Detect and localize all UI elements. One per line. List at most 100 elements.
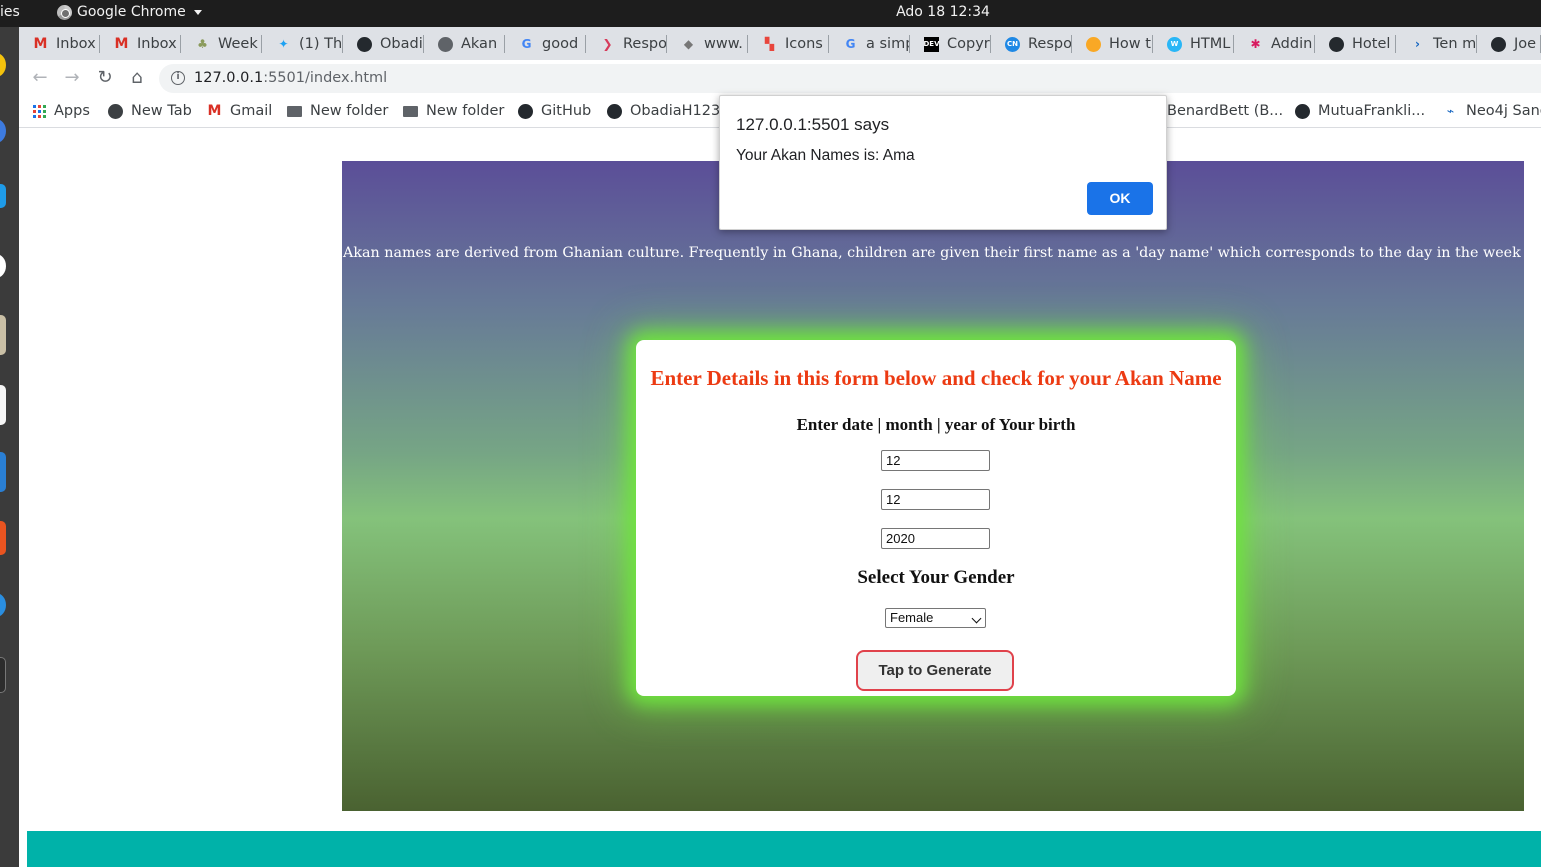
bookmark-label: BenardBett (B...: [1167, 103, 1284, 119]
gender-label: Select Your Gender: [857, 567, 1015, 588]
tab-label: Obadi: [380, 36, 423, 52]
gender-selected-value: Female: [890, 610, 934, 625]
address-bar[interactable]: i 127.0.0.1:5501/index.html: [159, 64, 1541, 93]
app-icon[interactable]: [0, 254, 6, 278]
tab-label: Inbox: [56, 36, 96, 52]
bookmark-new-tab[interactable]: New Tab: [108, 103, 192, 119]
tab[interactable]: M Inbox: [19, 33, 100, 55]
tab[interactable]: ♣ Week: [181, 33, 262, 55]
arrow-icon: ❯: [602, 37, 613, 51]
ok-button[interactable]: OK: [1087, 182, 1153, 215]
reload-icon[interactable]: ↻: [95, 68, 115, 88]
tab[interactable]: W HTML: [1153, 33, 1234, 55]
form-title: Enter Details in this form below and che…: [650, 366, 1222, 390]
bookmark-neo4j[interactable]: ⌁ Neo4j Sand: [1443, 103, 1541, 119]
app-icon[interactable]: [0, 452, 6, 492]
dock: [0, 27, 19, 867]
month-input[interactable]: 12: [881, 489, 990, 510]
tab-label: Copyr: [947, 36, 990, 52]
tab[interactable]: ❯ Respo: [586, 33, 667, 55]
url-text: 127.0.0.1:5501/index.html: [194, 70, 387, 86]
github-icon: [1491, 36, 1506, 52]
gmail-icon: M: [207, 103, 222, 119]
tab[interactable]: Ggood: [505, 33, 586, 55]
system-top-bar: ies Google Chrome Ado 18 12:34: [0, 0, 1541, 27]
app-icon[interactable]: [0, 184, 6, 208]
tab-label: Week: [218, 36, 258, 52]
home-icon[interactable]: ⌂: [127, 68, 147, 88]
github-icon: [607, 103, 622, 119]
tab[interactable]: Ga simp: [829, 33, 910, 55]
terminal-icon: ›: [1415, 37, 1420, 51]
tab[interactable]: ✦ (1) The: [262, 33, 343, 55]
tab[interactable]: ◆ www.: [667, 33, 748, 55]
tab-label: Akan: [461, 36, 498, 52]
tab[interactable]: Joe: [1477, 33, 1541, 55]
tree-icon: ♣: [197, 37, 208, 51]
tab[interactable]: How t: [1072, 33, 1153, 55]
twitter-icon: ✦: [278, 37, 289, 51]
bookmark-label: MutuaFrankli...: [1318, 103, 1426, 119]
app-icon[interactable]: [0, 521, 6, 555]
tab-label: a simp: [866, 36, 910, 52]
bookmark-folder[interactable]: New folder: [403, 103, 504, 119]
url-path: :5501/index.html: [263, 70, 388, 86]
globe-icon: [108, 103, 123, 119]
neo4j-icon: ⌁: [1446, 104, 1455, 118]
tab-label: Joe: [1514, 36, 1537, 52]
tab[interactable]: DEV Copyr: [910, 33, 991, 55]
bookmark-github-user[interactable]: BenardBett (B...: [1167, 103, 1283, 119]
app-icon[interactable]: [0, 315, 6, 355]
tab[interactable]: Hotel: [1315, 33, 1396, 55]
bookmark-label: Gmail: [230, 103, 273, 119]
tab[interactable]: M Inbox: [100, 33, 181, 55]
bookmark-folder[interactable]: New folder: [287, 103, 388, 119]
gmail-icon: M: [33, 36, 48, 52]
gender-select[interactable]: Female: [885, 608, 986, 628]
tab-strip: MInbox MInbox ♣Week ✦(1) The Obadi Akan …: [19, 27, 1541, 60]
back-arrow-icon[interactable]: ←: [30, 68, 50, 88]
bookmark-apps[interactable]: Apps: [33, 103, 90, 119]
year-input[interactable]: 2020: [881, 528, 990, 549]
app-icon[interactable]: [0, 657, 6, 693]
generate-button[interactable]: Tap to Generate: [856, 650, 1014, 691]
tab[interactable]: CN Respo: [991, 33, 1072, 55]
bookmark-github-user[interactable]: MutuaFrankli...: [1295, 103, 1425, 119]
tab[interactable]: Obadi: [343, 33, 424, 55]
clock[interactable]: Ado 18 12:34: [0, 4, 1541, 20]
tab[interactable]: Akan: [424, 33, 505, 55]
tab-label: HTML: [1190, 36, 1231, 52]
tab-label: (1) The: [299, 36, 343, 52]
globe-icon: [438, 36, 453, 52]
app-icon[interactable]: [0, 53, 6, 77]
forward-arrow-icon[interactable]: →: [62, 68, 82, 88]
tab-label: Hotel: [1352, 36, 1391, 52]
app-icon[interactable]: [0, 385, 6, 425]
app-icon[interactable]: [0, 593, 6, 617]
tab[interactable]: › Ten m: [1396, 33, 1477, 55]
icons8-icon: ▚: [764, 37, 775, 51]
intro-text: Akan names are derived from Ghanian cult…: [343, 245, 1541, 261]
akan-form: Enter Details in this form below and che…: [636, 340, 1236, 696]
bookmark-github-user[interactable]: ObadiaH123: [607, 103, 720, 119]
folder-icon: [403, 105, 418, 117]
dialog-message: Your Akan Names is: Ama: [736, 147, 915, 164]
bookmark-label: GitHub: [541, 103, 592, 119]
cap-icon: ◆: [683, 37, 694, 51]
bookmark-gmail[interactable]: M Gmail: [207, 103, 273, 119]
bookmark-github[interactable]: GitHub: [518, 103, 591, 119]
github-icon: [1329, 36, 1344, 52]
google-icon: G: [521, 37, 532, 51]
bookmark-label: New folder: [426, 103, 505, 119]
gear-icon: ✱: [1250, 37, 1261, 51]
app-icon[interactable]: [0, 119, 6, 143]
info-icon[interactable]: i: [171, 71, 185, 85]
github-icon: [357, 36, 372, 52]
tab[interactable]: ✱ Addin: [1234, 33, 1315, 55]
tab-label: Inbox: [137, 36, 177, 52]
url-host: 127.0.0.1: [194, 70, 264, 86]
tab-label: Addin: [1271, 36, 1313, 52]
tab[interactable]: ▚ Icons: [748, 33, 829, 55]
page-viewport: Akan names are derived from Ghanian cult…: [19, 129, 1541, 867]
day-input[interactable]: 12: [881, 450, 990, 471]
